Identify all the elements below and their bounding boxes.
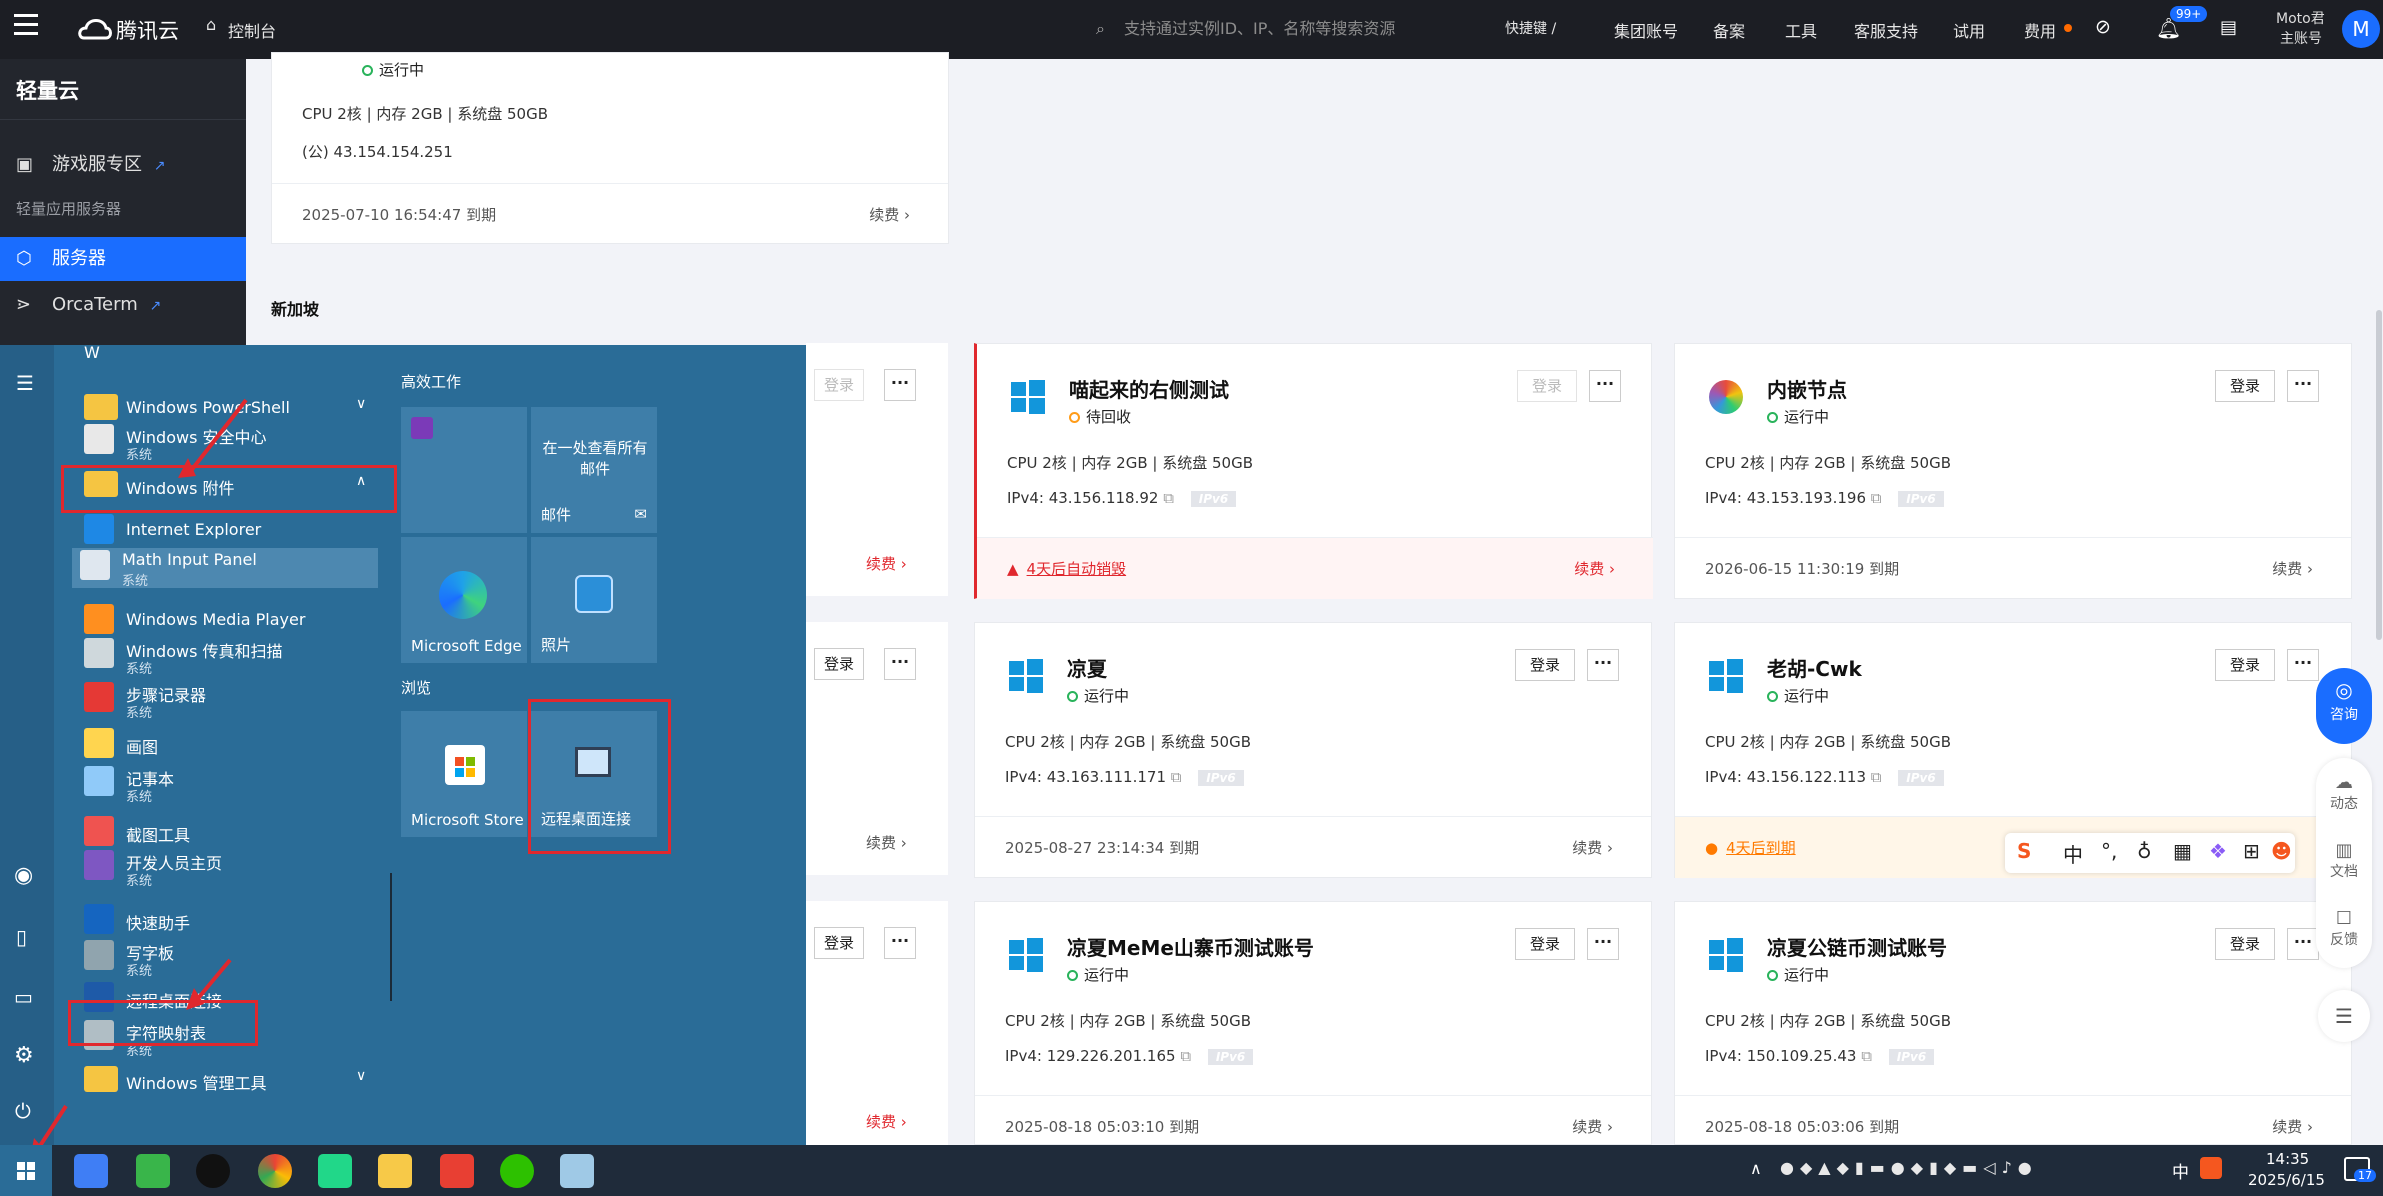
tray-chevron-icon[interactable]: ∧ <box>1750 1159 1762 1178</box>
tray-sogou-icon[interactable] <box>2200 1157 2222 1179</box>
clock-date[interactable]: 2025/6/15 <box>2248 1171 2325 1189</box>
tray-ime[interactable]: 中 <box>2172 1158 2189 1183</box>
file-explorer-icon[interactable] <box>378 1154 412 1188</box>
feishu-icon[interactable] <box>74 1154 108 1188</box>
qq-icon[interactable] <box>196 1154 230 1188</box>
windows-start-button[interactable] <box>0 1145 52 1196</box>
taskbar: ∧ ●◆▲◆▮▬●◆▮◆▬◁♪● 中 14:35 2025/6/15 17 <box>0 1145 2383 1196</box>
tray-icons[interactable]: ●◆▲◆▮▬●◆▮◆▬◁♪● <box>1780 1158 2150 1182</box>
pycharm-icon[interactable] <box>318 1154 352 1188</box>
chrome-icon[interactable] <box>258 1154 292 1188</box>
wps-icon[interactable] <box>440 1154 474 1188</box>
wechat-icon[interactable] <box>500 1154 534 1188</box>
notification-count: 17 <box>2354 1169 2376 1182</box>
annotation-arrows <box>30 398 248 1160</box>
notepad-icon[interactable] <box>560 1154 594 1188</box>
media-app-icon[interactable] <box>136 1154 170 1188</box>
clock-time[interactable]: 14:35 <box>2266 1150 2309 1168</box>
